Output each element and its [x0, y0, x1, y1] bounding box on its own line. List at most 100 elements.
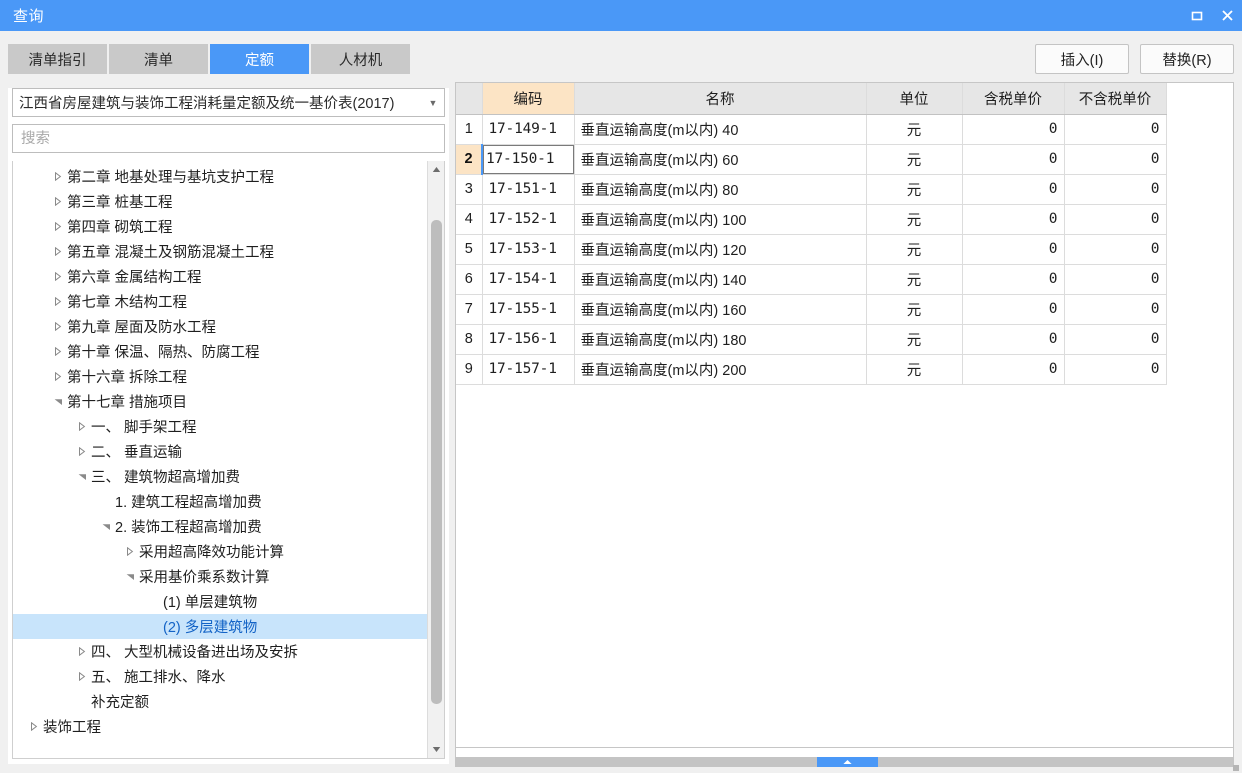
chevron-down-icon[interactable]	[97, 523, 115, 531]
cell-code[interactable]: 17-151-1	[482, 174, 575, 205]
cell-code[interactable]: 17-152-1	[482, 204, 575, 235]
replace-button[interactable]: 替换(R)	[1140, 44, 1234, 74]
cell-code[interactable]: 17-153-1	[482, 234, 575, 265]
chevron-right-icon[interactable]	[49, 197, 67, 206]
cell-taxed-price[interactable]: 0	[962, 354, 1065, 385]
tree-scrollbar-thumb[interactable]	[431, 220, 442, 704]
cell-code[interactable]: 17-156-1	[482, 324, 575, 355]
tree-node[interactable]: (1) 单层建筑物	[13, 589, 427, 614]
tree-node[interactable]: 第五章 混凝土及钢筋混凝土工程	[13, 239, 427, 264]
tree-node[interactable]: 第十七章 措施项目	[13, 389, 427, 414]
chevron-right-icon[interactable]	[73, 447, 91, 456]
tree-node[interactable]: 五、 施工排水、降水	[13, 664, 427, 689]
library-select[interactable]: 江西省房屋建筑与装饰工程消耗量定额及统一基价表(2017) ▼	[12, 88, 445, 117]
column-header-untaxed-price[interactable]: 不含税单价	[1064, 83, 1167, 115]
chevron-right-icon[interactable]	[121, 547, 139, 556]
column-header-code[interactable]: 编码	[482, 83, 575, 115]
tree-node[interactable]: 采用超高降效功能计算	[13, 539, 427, 564]
cell-rowno[interactable]: 4	[456, 204, 483, 235]
tree-node[interactable]: 补充定额	[13, 689, 427, 714]
tree-node[interactable]: 采用基价乘系数计算	[13, 564, 427, 589]
cell-name[interactable]: 垂直运输高度(m以内) 40	[574, 114, 867, 145]
table-row[interactable]: 3 17-151-1 垂直运输高度(m以内) 80 元 0 0	[456, 174, 1167, 205]
column-header-rowno[interactable]	[456, 83, 483, 115]
search-input[interactable]	[13, 125, 444, 152]
chevron-down-icon[interactable]	[121, 573, 139, 581]
chevron-right-icon[interactable]	[49, 222, 67, 231]
resize-grip[interactable]	[1233, 765, 1239, 771]
table-row[interactable]: 7 17-155-1 垂直运输高度(m以内) 160 元 0 0	[456, 294, 1167, 325]
cell-rowno[interactable]: 9	[456, 354, 483, 385]
cell-rowno[interactable]: 3	[456, 174, 483, 205]
cell-unit[interactable]: 元	[866, 264, 963, 295]
cell-unit[interactable]: 元	[866, 324, 963, 355]
chevron-right-icon[interactable]	[73, 647, 91, 656]
cell-taxed-price[interactable]: 0	[962, 234, 1065, 265]
chevron-right-icon[interactable]	[49, 322, 67, 331]
cell-unit[interactable]: 元	[866, 144, 963, 175]
table-row[interactable]: 5 17-153-1 垂直运输高度(m以内) 120 元 0 0	[456, 234, 1167, 265]
chevron-right-icon[interactable]	[25, 722, 43, 731]
cell-unit[interactable]: 元	[866, 174, 963, 205]
tree-node[interactable]: 装饰工程	[13, 714, 427, 739]
cell-name[interactable]: 垂直运输高度(m以内) 160	[574, 294, 867, 325]
tree-node[interactable]: 第七章 木结构工程	[13, 289, 427, 314]
chevron-down-icon[interactable]	[73, 473, 91, 481]
cell-rowno[interactable]: 8	[456, 324, 483, 355]
cell-taxed-price[interactable]: 0	[962, 114, 1065, 145]
maximize-icon[interactable]	[1182, 0, 1212, 31]
scroll-up-arrow-icon[interactable]	[428, 161, 444, 178]
cell-code[interactable]: 17-154-1	[482, 264, 575, 295]
tab-dinge[interactable]: 定额	[210, 44, 309, 74]
cell-unit[interactable]: 元	[866, 234, 963, 265]
cell-untaxed-price[interactable]: 0	[1064, 234, 1167, 265]
cell-name[interactable]: 垂直运输高度(m以内) 80	[574, 174, 867, 205]
tab-qingdan-zhiyin[interactable]: 清单指引	[8, 44, 107, 74]
cell-untaxed-price[interactable]: 0	[1064, 294, 1167, 325]
tab-rencaiji[interactable]: 人材机	[311, 44, 410, 74]
cell-unit[interactable]: 元	[866, 294, 963, 325]
column-header-name[interactable]: 名称	[574, 83, 867, 115]
cell-unit[interactable]: 元	[866, 204, 963, 235]
cell-name[interactable]: 垂直运输高度(m以内) 60	[574, 144, 867, 175]
chevron-right-icon[interactable]	[49, 347, 67, 356]
tree-node[interactable]: 第十六章 拆除工程	[13, 364, 427, 389]
chevron-right-icon[interactable]	[49, 372, 67, 381]
cell-name[interactable]: 垂直运输高度(m以内) 140	[574, 264, 867, 295]
chevron-right-icon[interactable]	[49, 297, 67, 306]
tree-node[interactable]: 一、 脚手架工程	[13, 414, 427, 439]
cell-taxed-price[interactable]: 0	[962, 264, 1065, 295]
tree-node[interactable]: 第三章 桩基工程	[13, 189, 427, 214]
cell-taxed-price[interactable]: 0	[962, 294, 1065, 325]
tree-node[interactable]: 三、 建筑物超高增加费	[13, 464, 427, 489]
bottom-splitter[interactable]	[455, 757, 1234, 767]
cell-untaxed-price[interactable]: 0	[1064, 264, 1167, 295]
tree-node[interactable]: 第十章 保温、隔热、防腐工程	[13, 339, 427, 364]
tree-node[interactable]: 二、 垂直运输	[13, 439, 427, 464]
cell-name[interactable]: 垂直运输高度(m以内) 100	[574, 204, 867, 235]
tree-node[interactable]: 第九章 屋面及防水工程	[13, 314, 427, 339]
cell-rowno[interactable]: 7	[456, 294, 483, 325]
cell-rowno[interactable]: 2	[456, 144, 483, 175]
cell-name[interactable]: 垂直运输高度(m以内) 180	[574, 324, 867, 355]
close-icon[interactable]	[1212, 0, 1242, 31]
tree-node[interactable]: 四、 大型机械设备进出场及安拆	[13, 639, 427, 664]
column-header-unit[interactable]: 单位	[866, 83, 963, 115]
cell-name[interactable]: 垂直运输高度(m以内) 200	[574, 354, 867, 385]
cell-taxed-price[interactable]: 0	[962, 204, 1065, 235]
collapse-up-arrow-icon[interactable]	[817, 757, 878, 767]
cell-untaxed-price[interactable]: 0	[1064, 114, 1167, 145]
insert-button[interactable]: 插入(I)	[1035, 44, 1129, 74]
chevron-right-icon[interactable]	[49, 272, 67, 281]
chevron-down-icon[interactable]	[49, 398, 67, 406]
scroll-down-arrow-icon[interactable]	[428, 741, 444, 758]
chevron-right-icon[interactable]	[73, 672, 91, 681]
chevron-right-icon[interactable]	[49, 172, 67, 181]
table-row[interactable]: 2 17-150-1 垂直运输高度(m以内) 60 元 0 0	[456, 144, 1167, 175]
cell-untaxed-price[interactable]: 0	[1064, 174, 1167, 205]
tree-node[interactable]: 第四章 砌筑工程	[13, 214, 427, 239]
cell-code[interactable]: 17-157-1	[482, 354, 575, 385]
cell-unit[interactable]: 元	[866, 354, 963, 385]
tree-node[interactable]: 第六章 金属结构工程	[13, 264, 427, 289]
cell-rowno[interactable]: 6	[456, 264, 483, 295]
